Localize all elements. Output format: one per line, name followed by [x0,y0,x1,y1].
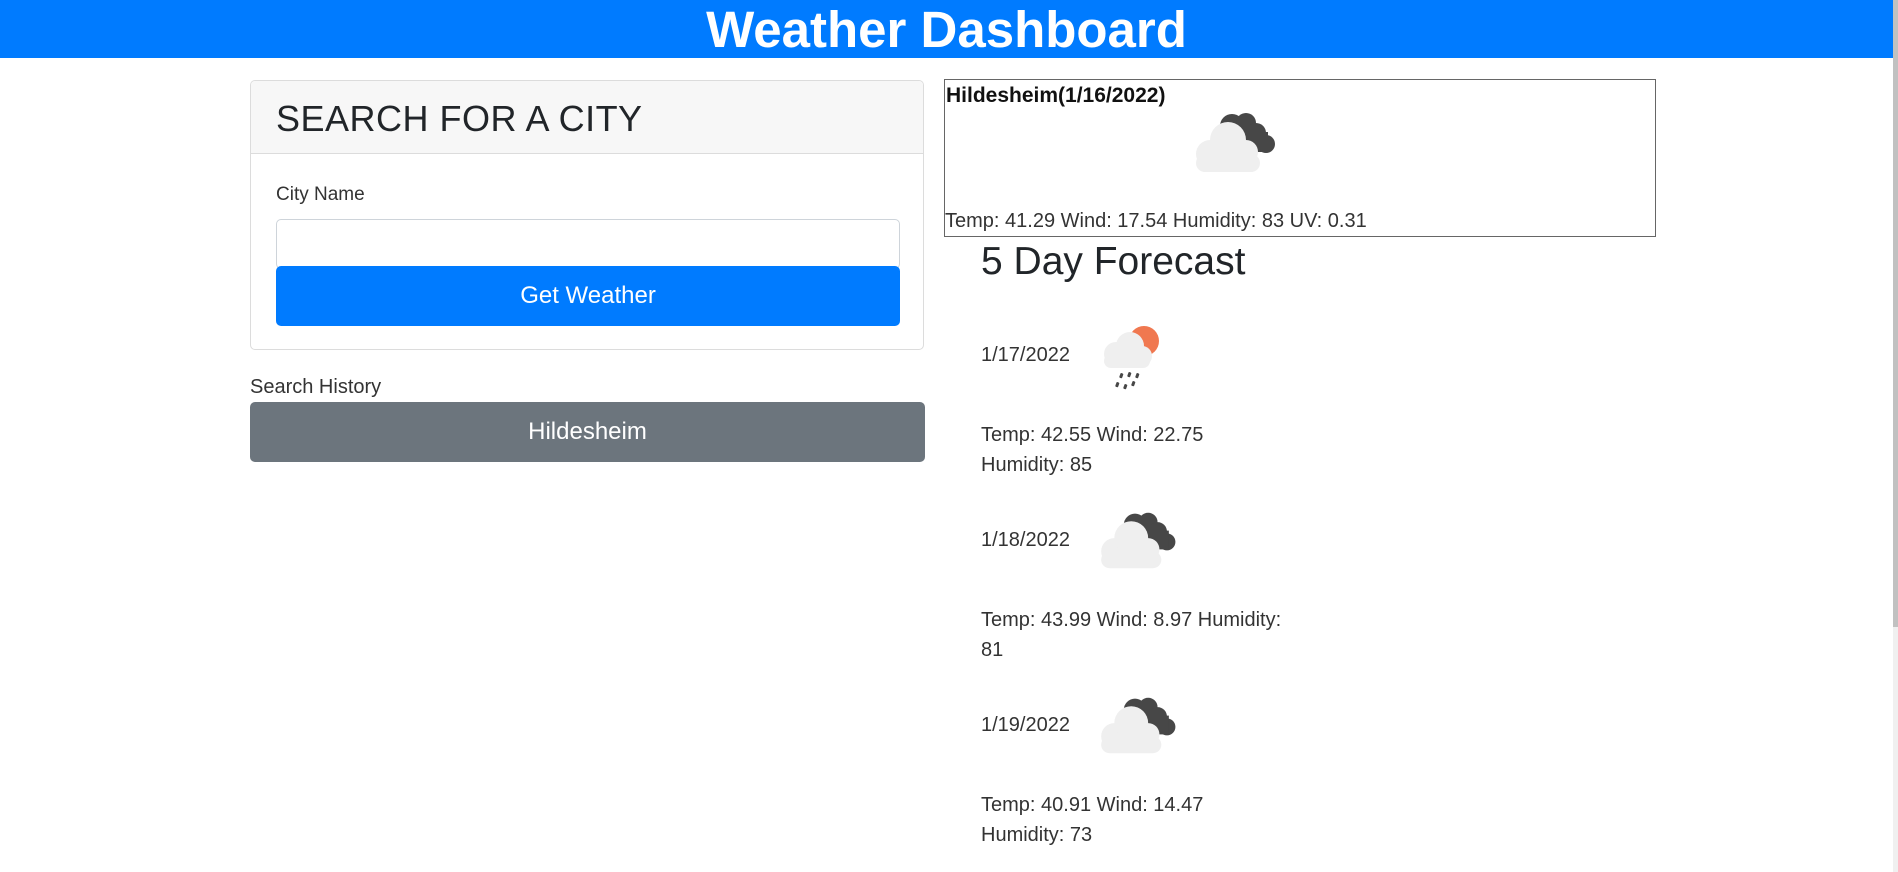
cloudy-night-icon [1088,693,1182,762]
forecast-stats: Temp: 42.55 Wind: 22.75 Humidity: 85 [981,424,1204,476]
page-title: Weather Dashboard [706,1,1187,58]
city-name-label: City Name [276,184,365,205]
current-weather-stats: Temp: 41.29 Wind: 17.54 Humidity: 83 UV:… [945,210,1367,232]
search-card: SEARCH FOR A CITY City Name Get Weather [250,80,924,350]
cloudy-night-icon [1182,110,1282,179]
forecast-date: 1/17/2022 [981,344,1070,366]
current-city-title: Hildesheim(1/16/2022) [946,84,1166,107]
app-header: Weather Dashboard [0,0,1893,58]
forecast-stats: Temp: 43.99 Wind: 8.97 Humidity: 81 [981,609,1282,661]
history-item-hildesheim[interactable]: Hildesheim [250,402,925,462]
search-card-title: SEARCH FOR A CITY [251,81,923,154]
cloudy-night-icon [1088,508,1182,577]
forecast-date: 1/19/2022 [981,714,1070,736]
current-weather-panel: Hildesheim(1/16/2022) Temp: 41.29 Wind: … [944,79,1656,237]
rain-sun-icon [1096,322,1166,397]
forecast-date: 1/18/2022 [981,529,1070,551]
scrollbar-thumb[interactable] [1893,0,1898,627]
get-weather-button[interactable]: Get Weather [276,266,900,326]
forecast-stats: Temp: 40.91 Wind: 14.47 Humidity: 73 [981,794,1204,846]
search-history-label: Search History [250,376,382,398]
city-name-input[interactable] [276,219,900,269]
forecast-heading: 5 Day Forecast [981,240,1246,283]
